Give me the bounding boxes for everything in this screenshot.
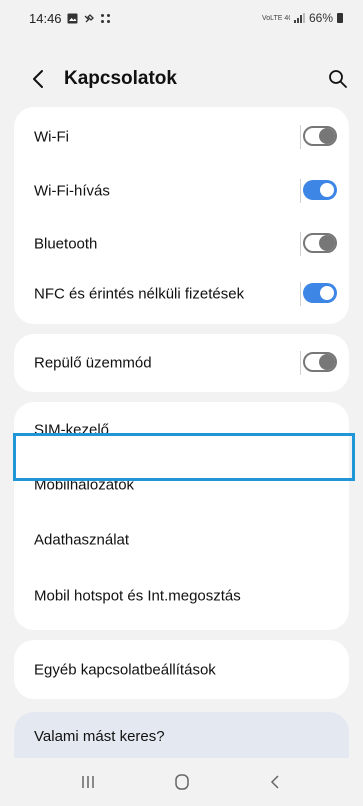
dots-grid-icon	[100, 14, 110, 23]
row-airplane-mode[interactable]: Repülő üzemmód	[14, 335, 349, 391]
nfc-toggle[interactable]	[303, 283, 337, 303]
network-type: VoLTE 4G LTE1	[261, 14, 290, 22]
row-wifi[interactable]: Wi-Fi	[14, 109, 349, 165]
toggle-knob	[318, 181, 336, 199]
row-label: Wi-Fi-hívás	[34, 182, 110, 200]
divider	[300, 351, 301, 375]
row-label: Mobil hotspot és Int.megosztás	[34, 587, 241, 605]
suggestion-label: Valami mást keres?	[34, 728, 165, 745]
row-data-usage[interactable]: Adathasználat	[14, 512, 349, 568]
signal-icon	[293, 13, 305, 23]
connections-card-2: Repülő üzemmód	[14, 334, 349, 392]
back-arrow-icon[interactable]	[28, 68, 50, 90]
toggle-knob	[319, 354, 335, 370]
page-title: Kapcsolatok	[64, 68, 177, 89]
battery-icon	[337, 13, 343, 23]
wifi-calling-toggle[interactable]	[303, 180, 337, 200]
status-left: 14:46	[29, 11, 111, 26]
row-label: Bluetooth	[34, 235, 98, 253]
home-icon[interactable]	[170, 770, 194, 794]
recent-apps-icon[interactable]	[76, 770, 100, 794]
toggle-knob	[319, 128, 335, 144]
row-more-settings[interactable]: Egyéb kapcsolatbeállítások	[14, 642, 349, 698]
toggle-knob	[318, 284, 336, 302]
bluetooth-toggle[interactable]	[303, 233, 337, 253]
airplane-mode-toggle[interactable]	[303, 352, 337, 372]
row-label: Repülő üzemmód	[34, 354, 152, 372]
row-label: Egyéb kapcsolatbeállítások	[34, 661, 216, 679]
row-nfc[interactable]: NFC és érintés nélküli fizetések	[14, 266, 349, 322]
divider	[300, 125, 301, 149]
satellite-icon	[84, 13, 94, 22]
connections-card-1: Wi-Fi Wi-Fi-hívás Bluetooth NFC és érint…	[14, 107, 349, 324]
battery-percent: 66%	[308, 11, 333, 25]
divider	[300, 179, 301, 203]
suggestion-card[interactable]: Valami mást keres?	[14, 712, 349, 764]
toggle-knob	[319, 235, 335, 251]
divider	[300, 232, 301, 256]
row-wifi-calling[interactable]: Wi-Fi-hívás	[14, 163, 349, 219]
connections-card-4: Egyéb kapcsolatbeállítások	[14, 640, 349, 699]
row-label: Wi-Fi	[34, 128, 69, 146]
status-bar: 14:46 VoLTE 4G LTE1 66%	[0, 0, 363, 36]
search-icon[interactable]	[327, 68, 349, 90]
clock: 14:46	[29, 11, 62, 26]
row-bluetooth[interactable]: Bluetooth	[14, 216, 349, 272]
highlight-box	[13, 433, 355, 481]
row-hotspot[interactable]: Mobil hotspot és Int.megosztás	[14, 568, 349, 624]
wifi-toggle[interactable]	[303, 126, 337, 146]
image-notification-icon	[67, 13, 78, 24]
row-label: NFC és érintés nélküli fizetések	[34, 285, 245, 303]
divider	[300, 282, 301, 306]
app-bar: Kapcsolatok	[0, 55, 363, 103]
navigation-bar	[0, 758, 363, 806]
row-label: Adathasználat	[34, 531, 130, 549]
status-right: VoLTE 4G LTE1 66%	[262, 11, 343, 25]
back-nav-icon[interactable]	[264, 770, 288, 794]
